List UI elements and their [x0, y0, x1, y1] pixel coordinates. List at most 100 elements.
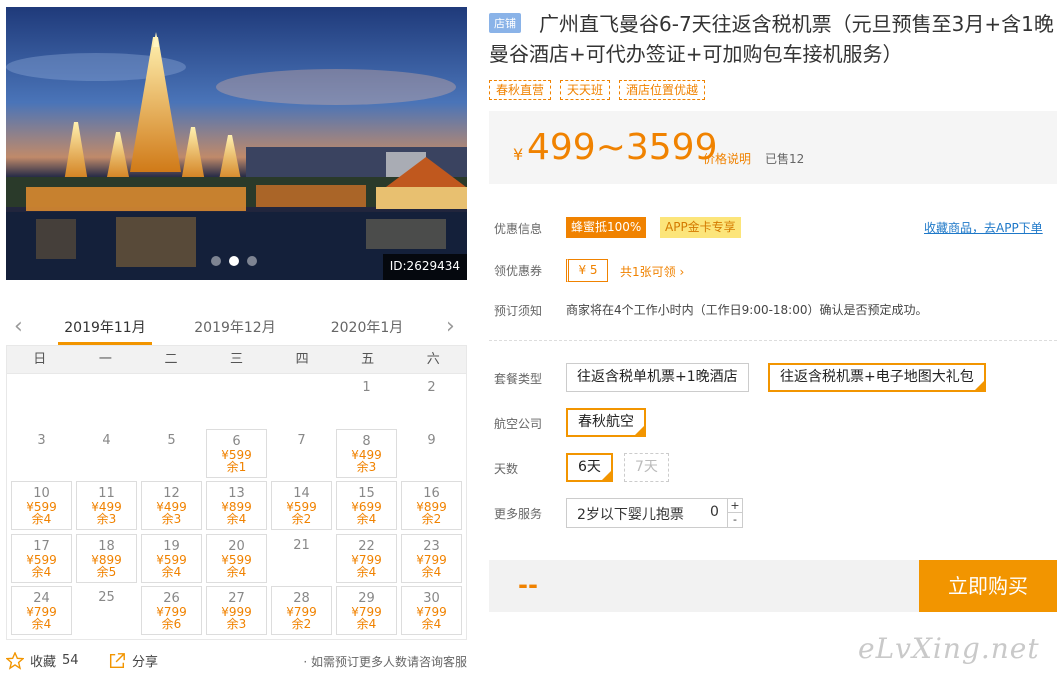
chevron-left-icon[interactable]: ‹ [14, 316, 28, 338]
service-name: 2岁以下婴儿抱票 [577, 507, 684, 523]
day-stock: 余4 [161, 564, 182, 579]
day-number: 9 [427, 432, 436, 448]
tag: 酒店位置优越 [619, 80, 706, 100]
slide-dot-active[interactable] [229, 256, 239, 266]
calendar-day: 7 [271, 429, 332, 478]
tab-month-1[interactable]: 2019年11月 [58, 317, 152, 345]
slide-dot[interactable] [211, 256, 221, 266]
calendar-day-available[interactable]: 12 ¥499 余3 [141, 481, 202, 530]
weekday-label: 五 [361, 352, 375, 367]
day-price: ¥599 [221, 552, 252, 567]
weekday-label: 六 [426, 352, 440, 367]
calendar-day-available[interactable]: 30 ¥799 余4 [401, 586, 462, 635]
package-option-ticket-hotel[interactable]: 往返含税单机票+1晚酒店 [566, 363, 749, 392]
calendar-day-available[interactable]: 18 ¥899 余5 [76, 533, 137, 583]
calendar-day-available[interactable]: 13 ¥899 余4 [206, 481, 267, 530]
quantity-value[interactable]: 0 [710, 504, 719, 520]
calendar-day-available[interactable]: 27 ¥999 余3 [206, 586, 267, 635]
calendar-day-available[interactable]: 20 ¥599 余4 [206, 533, 267, 583]
weekday-label: 日 [33, 352, 47, 367]
more-services-label: 更多服务 [494, 507, 543, 521]
day-number: 5 [167, 432, 176, 448]
favorite-label: 收藏 [30, 655, 57, 670]
decrement-button[interactable]: - [727, 513, 742, 527]
divider [489, 340, 1057, 341]
temple-night-illustration [6, 7, 467, 280]
buy-now-button[interactable]: 立即购买 [919, 560, 1057, 612]
tab-month-3[interactable]: 2020年1月 [320, 317, 414, 345]
calendar-day-available[interactable]: 11 ¥499 余3 [76, 481, 137, 530]
share-icon [109, 652, 125, 668]
slide-dot[interactable] [247, 256, 257, 266]
day-number: 7 [297, 432, 306, 448]
day-stock: 余3 [161, 512, 182, 526]
calendar-day-available[interactable]: 28 ¥799 余2 [271, 586, 332, 635]
days-option-7[interactable]: 7天 [624, 453, 669, 482]
calendar-day-available[interactable]: 10 ¥599 余4 [11, 481, 72, 530]
favorite-count: 54 [62, 653, 79, 668]
weekday-label: 三 [230, 352, 244, 367]
calendar-day-available[interactable]: 16 ¥899 余2 [401, 481, 462, 530]
calendar-day: 4 [76, 429, 137, 478]
day-stock: 余4 [31, 564, 52, 579]
total-price: -- [518, 571, 538, 599]
calendar-day-available[interactable]: 19 ¥599 余4 [141, 533, 202, 583]
day-number: 4 [102, 432, 111, 448]
day-stock: 余4 [356, 617, 377, 631]
day-number: 28 [293, 591, 310, 606]
airline-option[interactable]: 春秋航空 [566, 408, 646, 437]
day-stock: 余1 [226, 459, 247, 474]
calendar-day: 5 [141, 429, 202, 478]
calendar-day-available[interactable]: 23 ¥799 余4 [401, 533, 462, 583]
calendar-weekday-header: 日 一 二 三 四 五 六 [7, 346, 466, 374]
contact-note: · 如需预订更多人数请咨询客服 [303, 655, 467, 669]
day-stock: 余4 [421, 564, 442, 579]
share-label: 分享 [132, 655, 159, 670]
increment-button[interactable]: + [727, 499, 742, 513]
day-stock: 余4 [31, 617, 52, 631]
calendar-day: 9 [401, 429, 462, 478]
day-number: 14 [293, 486, 310, 501]
day-price: ¥599 [221, 447, 252, 462]
tag: 春秋直营 [489, 80, 552, 100]
tab-month-2[interactable]: 2019年12月 [188, 317, 282, 345]
day-stock: 余5 [96, 564, 117, 579]
package-type-label: 套餐类型 [494, 372, 543, 386]
day-stock: 余3 [96, 512, 117, 526]
chevron-right-icon[interactable]: › [446, 316, 460, 338]
product-photo[interactable]: ID:2629434 [6, 7, 467, 280]
coupon-claim-link[interactable]: 共1张可领 › [620, 263, 684, 280]
photo-id: ID:2629434 [382, 254, 467, 280]
days-option-6[interactable]: 6天 [566, 453, 613, 482]
calendar-day-available[interactable]: 26 ¥799 余6 [141, 586, 202, 635]
calendar-day: 3 [11, 429, 72, 478]
calendar-day-available[interactable]: 14 ¥599 余2 [271, 481, 332, 530]
favorite-button[interactable]: 收藏 54 [6, 651, 79, 670]
day-number: 16 [423, 486, 440, 501]
day-stock: 余4 [421, 617, 442, 631]
calendar-day-available[interactable]: 24 ¥799 余4 [11, 586, 72, 635]
price-explain-link[interactable]: 价格说明 [703, 150, 751, 167]
calendar-day: 1 [336, 376, 397, 425]
favorite-go-app-link[interactable]: 收藏商品，去APP下单 [924, 219, 1043, 236]
weekday-label: 一 [98, 352, 112, 367]
shop-badge[interactable]: 店铺 [489, 13, 521, 33]
airline-label: 航空公司 [494, 417, 543, 431]
day-stock: 余4 [226, 512, 247, 526]
calendar-day-available[interactable]: 15 ¥699 余4 [336, 481, 397, 530]
coupon-ticket[interactable]: ¥ 5 [566, 259, 608, 282]
calendar-day-available[interactable]: 6 ¥599 余1 [206, 428, 267, 478]
day-stock: 余4 [356, 564, 377, 579]
calendar-day-available[interactable]: 22 ¥799 余4 [336, 533, 397, 583]
day-price: ¥799 [351, 552, 382, 567]
package-option-ticket-map[interactable]: 往返含税机票+电子地图大礼包 [768, 363, 986, 392]
day-number: 18 [98, 538, 115, 554]
share-button[interactable]: 分享 [108, 651, 158, 670]
calendar-day-available[interactable]: 29 ¥799 余4 [336, 586, 397, 635]
sold-count: 已售12 [765, 152, 805, 166]
day-number: 29 [358, 591, 375, 606]
calendar-day-available[interactable]: 17 ¥599 余4 [11, 533, 72, 583]
calendar-day-available[interactable]: 8 ¥499 余3 [336, 428, 397, 478]
weekday-label: 二 [164, 352, 178, 367]
watermark: eLvXing.net [858, 632, 1040, 665]
